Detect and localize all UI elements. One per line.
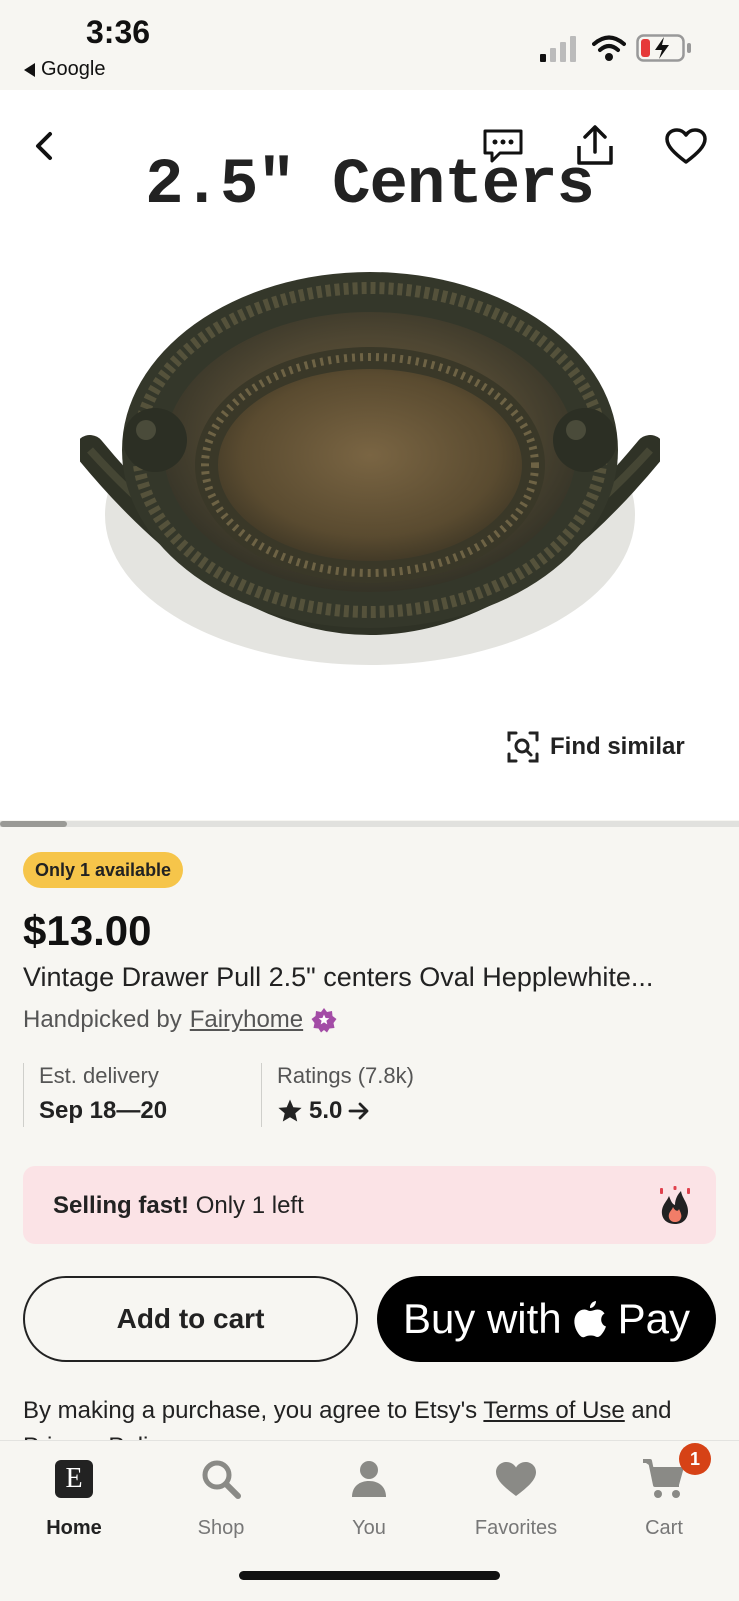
heart-icon (496, 1462, 536, 1496)
status-time: 3:36 (86, 14, 151, 50)
etsy-logo-icon: E (55, 1455, 93, 1503)
purchase-terms-text: By making a purchase, you agree to Etsy'… (23, 1393, 723, 1441)
terms-prefix: By making a purchase, you agree to Etsy'… (23, 1397, 484, 1424)
home-indicator (239, 1571, 500, 1580)
tab-cart-label: Cart (645, 1517, 683, 1539)
handpicked-prefix: Handpicked by (23, 1006, 182, 1033)
find-similar-label: Find similar (550, 733, 685, 760)
fire-icon (660, 1186, 690, 1224)
tab-shop[interactable]: Shop (147, 1455, 295, 1540)
buy-with-label: Buy with (402, 1295, 562, 1342)
arrow-right-icon (348, 1102, 369, 1120)
add-to-cart-button[interactable]: Add to cart (23, 1276, 358, 1362)
shop-name-link[interactable]: Fairyhome (190, 1006, 303, 1034)
star-seller-badge-icon (311, 1008, 337, 1033)
apple-logo-icon (574, 1301, 606, 1338)
chevron-left-icon (36, 132, 52, 160)
search-icon (202, 1460, 241, 1499)
signal-icon (540, 36, 576, 62)
find-similar-button[interactable]: Find similar (506, 730, 685, 764)
selling-fast-text: Selling fast! Only 1 left (53, 1192, 304, 1220)
estimated-delivery: Est. delivery Sep 18—20 (23, 1063, 239, 1127)
back-button[interactable] (24, 124, 64, 168)
image-overlay-text: 2.5" Centers (145, 150, 595, 222)
share-button[interactable] (572, 122, 618, 168)
message-seller-button[interactable] (480, 126, 526, 166)
product-title[interactable]: Vintage Drawer Pull 2.5" centers Oval He… (23, 962, 723, 993)
tab-you-label: You (352, 1517, 386, 1539)
user-icon (352, 1461, 386, 1497)
delivery-label: Est. delivery (39, 1063, 159, 1088)
cart-count-badge: 1 (679, 1443, 711, 1475)
availability-badge: Only 1 available (23, 852, 184, 888)
delivery-value: Sep 18—20 (39, 1097, 168, 1124)
chat-bubble-icon (483, 129, 523, 163)
status-bar: 3:36 Google (0, 0, 739, 90)
terms-middle: and (624, 1397, 672, 1424)
tab-cart[interactable]: 1 Cart (590, 1443, 738, 1540)
ratings-summary[interactable]: Ratings (7.8k) 5.0 (261, 1063, 497, 1127)
visual-search-icon (507, 731, 539, 763)
tab-home-label: Home (46, 1517, 102, 1539)
gallery-progress-fill (0, 821, 67, 827)
star-icon (278, 1099, 302, 1122)
tab-favorites[interactable]: Favorites (442, 1455, 590, 1540)
terms-of-use-link[interactable]: Terms of Use (483, 1397, 624, 1424)
selling-fast-banner: Selling fast! Only 1 left (23, 1166, 716, 1244)
back-triangle-icon (24, 62, 35, 77)
handpicked-by: Handpicked by Fairyhome (23, 1006, 337, 1034)
ratings-label: Ratings (7.8k) (277, 1063, 414, 1088)
gallery-progress-track (0, 821, 739, 827)
drawer-pull-photo (80, 272, 660, 665)
battery-charging-icon (636, 34, 691, 62)
back-to-app-link[interactable]: Google (24, 58, 106, 81)
favorite-button[interactable] (662, 124, 710, 168)
etsy-logo-letter: E (55, 1460, 93, 1498)
tab-shop-label: Shop (197, 1517, 245, 1539)
tab-favorites-label: Favorites (474, 1517, 558, 1539)
selling-fast-detail: Only 1 left (189, 1192, 304, 1219)
pay-label: Pay (617, 1295, 691, 1342)
tab-you[interactable]: You (295, 1455, 443, 1540)
ratings-value-row: 5.0 (277, 1097, 497, 1125)
tab-home[interactable]: E Home (0, 1455, 148, 1540)
product-price: $13.00 (23, 907, 152, 954)
share-icon (577, 125, 613, 165)
selling-fast-bold: Selling fast! (53, 1192, 190, 1219)
heart-outline-icon (665, 128, 707, 164)
wifi-icon (592, 35, 626, 61)
rating-score: 5.0 (309, 1097, 343, 1124)
buy-with-apple-pay-button[interactable]: Buy with Pay (377, 1276, 716, 1362)
back-app-label: Google (41, 58, 106, 80)
